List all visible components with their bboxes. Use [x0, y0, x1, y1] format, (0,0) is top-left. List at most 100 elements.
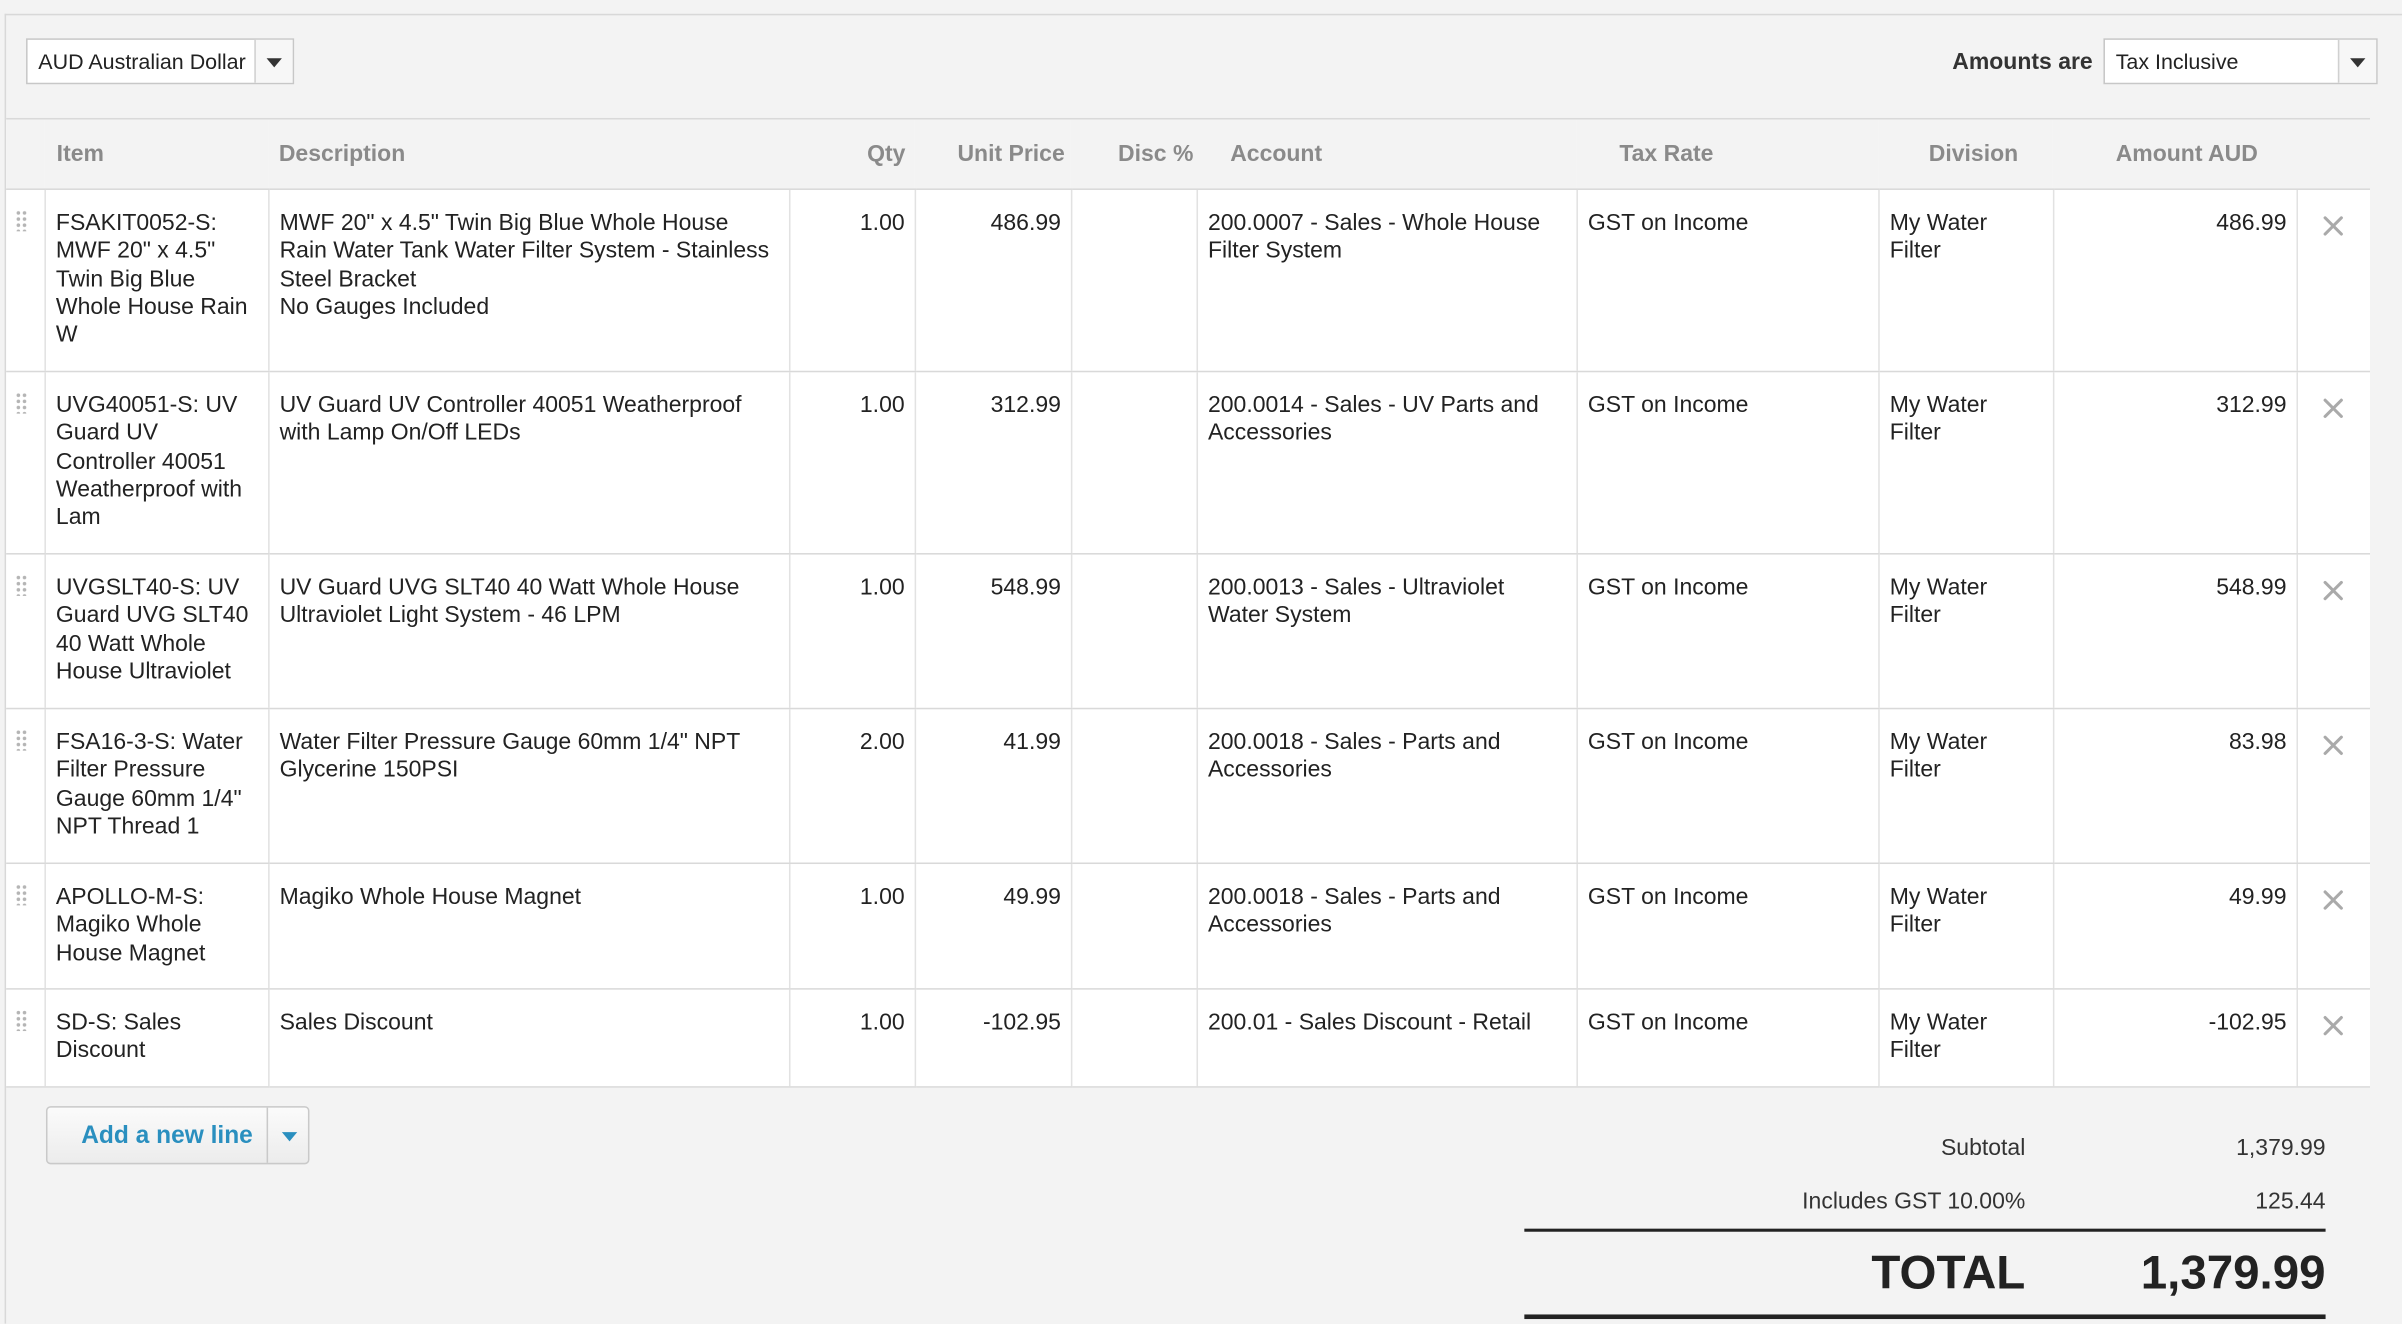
item-cell[interactable]: UVGSLT40-S: UV Guard UVG SLT40 40 Watt W…	[43, 553, 269, 710]
qty-cell[interactable]: 1.00	[788, 371, 915, 555]
discount-cell[interactable]	[1070, 988, 1197, 1088]
item-cell[interactable]: UVG40051-S: UV Guard UV Controller 40051…	[43, 371, 269, 555]
item-cell-text: SD-S: Sales Discount	[55, 1009, 182, 1064]
unit-price-cell[interactable]: 49.99	[913, 863, 1071, 990]
amounts-are-select[interactable]: Tax Inclusive	[2103, 38, 2378, 85]
amount-cell[interactable]: 486.99	[2052, 189, 2297, 373]
division-cell[interactable]: My Water Filter	[1877, 371, 2053, 555]
close-icon[interactable]	[2323, 734, 2344, 755]
tax-rate-cell[interactable]: GST on Income	[1575, 988, 1879, 1088]
division-cell[interactable]: My Water Filter	[1877, 708, 2053, 865]
delete-row-button[interactable]	[2295, 371, 2371, 555]
tax-rate-cell[interactable]: GST on Income	[1575, 708, 1879, 865]
division-cell[interactable]: My Water Filter	[1877, 863, 2053, 990]
drag-handle-icon[interactable]	[15, 883, 28, 906]
tax-rate-cell[interactable]: GST on Income	[1575, 863, 1879, 990]
account-cell[interactable]: 200.0018 - Sales - Parts and Accessories	[1195, 863, 1577, 990]
description-cell[interactable]: UV Guard UVG SLT40 40 Watt Whole House U…	[267, 553, 789, 710]
drag-handle-icon[interactable]	[15, 1009, 28, 1032]
tax-rate-cell-text: GST on Income	[1587, 392, 1749, 419]
tax-rate-cell[interactable]: GST on Income	[1575, 189, 1879, 373]
item-cell[interactable]: FSAKIT0052-S: MWF 20" x 4.5" Twin Big Bl…	[43, 189, 269, 373]
unit-price-cell-text: 41.99	[1003, 729, 1061, 756]
drag-handle[interactable]	[6, 371, 45, 555]
close-icon[interactable]	[2323, 1014, 2344, 1035]
column-header-item: Item	[44, 119, 269, 190]
item-cell[interactable]: APOLLO-M-S: Magiko Whole House Magnet	[43, 863, 269, 990]
total-double-rule	[1524, 1314, 2326, 1320]
drag-handle[interactable]	[6, 553, 45, 710]
description-cell[interactable]: Sales Discount	[267, 988, 789, 1088]
unit-price-cell[interactable]: 548.99	[913, 553, 1071, 710]
amount-cell[interactable]: 49.99	[2052, 863, 2297, 990]
discount-cell[interactable]	[1070, 863, 1197, 990]
amounts-are-label: Amounts are	[1952, 49, 2093, 76]
drag-handle-icon[interactable]	[15, 574, 28, 596]
item-cell[interactable]: SD-S: Sales Discount	[43, 988, 269, 1088]
delete-row-button[interactable]	[2295, 189, 2371, 373]
qty-cell[interactable]: 1.00	[788, 189, 915, 373]
drag-handle[interactable]	[6, 708, 45, 865]
drag-handle-icon[interactable]	[15, 209, 28, 232]
description-cell[interactable]: Magiko Whole House Magnet	[267, 863, 789, 990]
drag-handle[interactable]	[6, 863, 45, 990]
chevron-down-icon[interactable]	[254, 39, 293, 83]
division-cell[interactable]: My Water Filter	[1877, 189, 2053, 373]
description-cell-text: Magiko Whole House Magnet	[279, 883, 582, 911]
amount-cell-text: 49.99	[2228, 883, 2287, 911]
division-cell[interactable]: My Water Filter	[1877, 553, 2053, 710]
table-row: APOLLO-M-S: Magiko Whole House Magnet Mag…	[6, 863, 2371, 990]
amount-cell[interactable]: 548.99	[2052, 553, 2297, 710]
drag-handle-icon[interactable]	[15, 729, 28, 751]
delete-row-button[interactable]	[2295, 708, 2371, 865]
account-cell[interactable]: 200.0018 - Sales - Parts and Accessories	[1195, 708, 1577, 865]
qty-cell-text: 1.00	[859, 1009, 905, 1036]
top-divider	[4, 13, 2402, 16]
amount-cell[interactable]: 83.98	[2052, 708, 2297, 865]
amount-cell-text: -102.95	[2208, 1009, 2287, 1036]
division-cell-text: My Water Filter	[1889, 729, 1988, 784]
qty-cell[interactable]: 1.00	[788, 863, 915, 990]
discount-cell[interactable]	[1070, 708, 1197, 865]
close-icon[interactable]	[2323, 889, 2344, 910]
close-icon[interactable]	[2323, 397, 2344, 418]
column-header-division: Division	[1878, 119, 2053, 190]
description-cell[interactable]: MWF 20" x 4.5" Twin Big Blue Whole House…	[267, 189, 789, 373]
tax-rate-cell[interactable]: GST on Income	[1575, 371, 1879, 555]
item-cell[interactable]: FSA16-3-S: Water Filter Pressure Gauge 6…	[43, 708, 269, 865]
qty-cell[interactable]: 1.00	[788, 553, 915, 710]
delete-row-button[interactable]	[2295, 553, 2371, 710]
discount-cell[interactable]	[1070, 371, 1197, 555]
qty-cell-text: 1.00	[859, 392, 905, 419]
account-cell[interactable]: 200.0014 - Sales - UV Parts and Accessor…	[1195, 371, 1577, 555]
tax-rate-cell[interactable]: GST on Income	[1575, 553, 1879, 710]
account-cell[interactable]: 200.01 - Sales Discount - Retail	[1195, 988, 1577, 1088]
account-cell[interactable]: 200.0013 - Sales - Ultraviolet Water Sys…	[1195, 553, 1577, 710]
unit-price-cell[interactable]: -102.95	[913, 988, 1071, 1088]
unit-price-cell[interactable]: 486.99	[913, 189, 1071, 373]
total-value: 1,379.99	[2140, 1245, 2326, 1300]
drag-handle-icon[interactable]	[15, 392, 28, 414]
add-new-line-button[interactable]: Add a new line	[45, 1106, 310, 1165]
close-icon[interactable]	[2323, 579, 2344, 600]
qty-cell[interactable]: 2.00	[788, 708, 915, 865]
amount-cell[interactable]: -102.95	[2052, 988, 2297, 1088]
account-cell[interactable]: 200.0007 - Sales - Whole House Filter Sy…	[1195, 189, 1577, 373]
description-cell[interactable]: UV Guard UV Controller 40051 Weatherproo…	[267, 371, 789, 555]
delete-row-button[interactable]	[2295, 863, 2371, 990]
unit-price-cell[interactable]: 41.99	[913, 708, 1071, 865]
amounts-are-select-value: Tax Inclusive	[2115, 49, 2239, 74]
drag-handle[interactable]	[6, 988, 45, 1088]
currency-select[interactable]: AUD Australian Dollar	[26, 38, 295, 85]
description-cell[interactable]: Water Filter Pressure Gauge 60mm 1/4" NP…	[267, 708, 789, 865]
discount-cell[interactable]	[1070, 189, 1197, 373]
qty-cell[interactable]: 1.00	[788, 988, 915, 1088]
chevron-down-icon[interactable]	[2337, 39, 2377, 83]
close-icon[interactable]	[2323, 214, 2344, 235]
discount-cell[interactable]	[1070, 553, 1197, 710]
division-cell[interactable]: My Water Filter	[1877, 988, 2053, 1088]
amount-cell[interactable]: 312.99	[2052, 371, 2297, 555]
delete-row-button[interactable]	[2295, 988, 2371, 1088]
unit-price-cell[interactable]: 312.99	[913, 371, 1071, 555]
drag-handle[interactable]	[6, 189, 45, 373]
